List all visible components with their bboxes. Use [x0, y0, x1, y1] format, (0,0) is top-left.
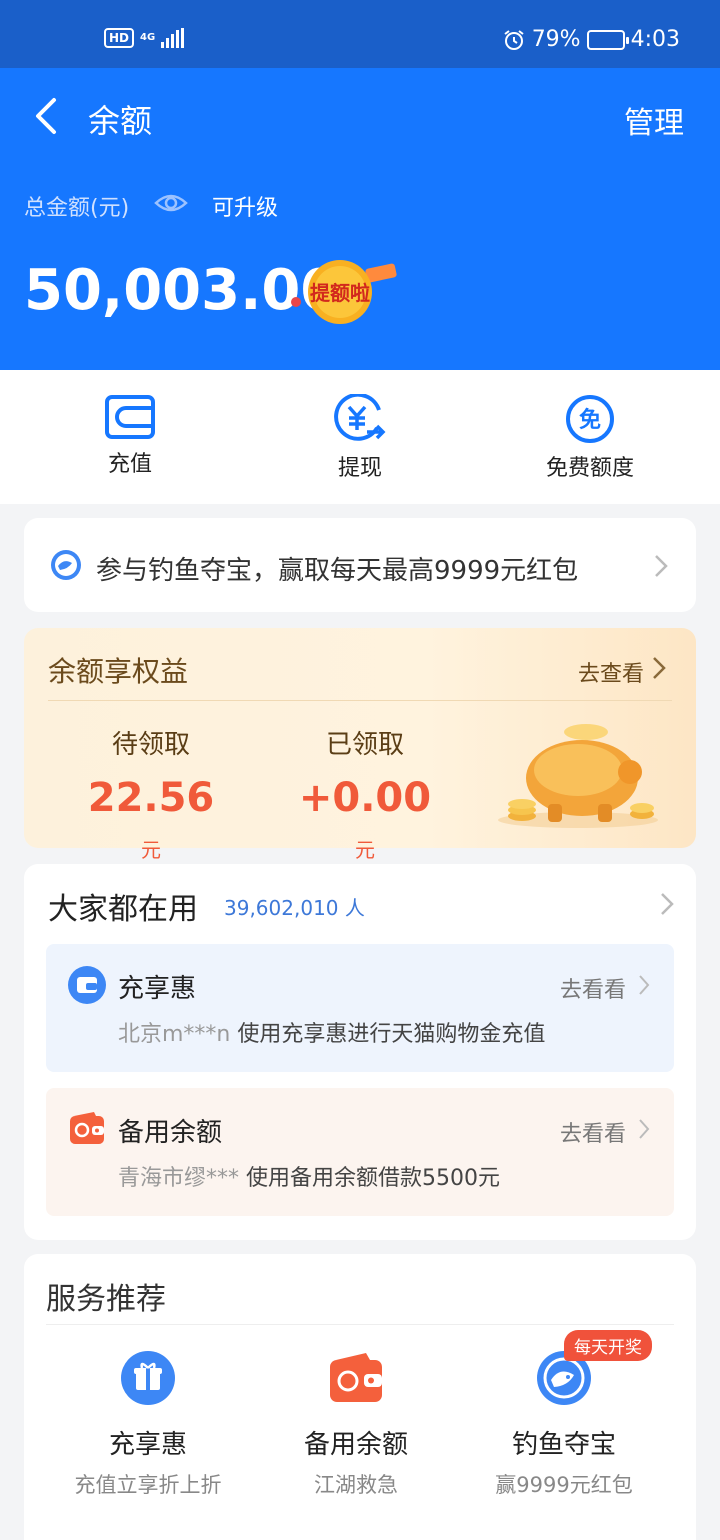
total-amount-label: 总金额(元)	[24, 196, 130, 221]
wallet-red-icon	[330, 1353, 382, 1402]
service-fishing[interactable]: 钓鱼夺宝 赢9999元红包	[454, 1350, 674, 1499]
raise-limit-badge[interactable]: 提额啦	[288, 254, 400, 328]
chevron-right-icon[interactable]	[660, 892, 674, 916]
popular-item-user: 北京m***n	[118, 1022, 231, 1047]
piggy-bank-illustration	[498, 724, 658, 828]
alarm-icon	[504, 29, 524, 50]
chevron-right-icon	[639, 1119, 650, 1139]
services-card: 服务推荐 充享惠 充值立享折上折 备用余额 江湖救急 钓鱼夺宝 赢9999元红包…	[24, 1254, 696, 1540]
service-desc: 赢9999元红包	[495, 1473, 633, 1497]
popular-item-backup-balance[interactable]: 备用余额 去看看 青海市缪*** 使用备用余额借款5500元	[46, 1088, 674, 1216]
recharge-label: 充值	[107, 452, 152, 477]
benefits-card: 余额享权益 去查看 待领取 22.56 元 已领取 +0.00 元	[24, 628, 696, 862]
service-desc: 江湖救急	[314, 1473, 398, 1497]
chevron-right-icon	[639, 975, 650, 995]
received-label: 已领取	[325, 730, 404, 760]
promo-banner[interactable]: 参与钓鱼夺宝，赢取每天最高9999元红包	[24, 518, 696, 612]
free-icon-text: 免	[579, 407, 601, 433]
pending-unit: 元	[141, 838, 161, 862]
balance-header: 余额 管理 总金额(元) 可升级 50,003.00 提额啦	[0, 68, 720, 370]
battery-percent: 79%	[531, 27, 581, 52]
raise-badge-text: 提额啦	[310, 281, 370, 305]
promo-text: 参与钓鱼夺宝，赢取每天最高9999元红包	[96, 556, 579, 586]
eye-icon[interactable]	[154, 188, 188, 218]
popular-item-recharge[interactable]: 充享惠 去看看 北京m***n 使用充享惠进行天猫购物金充值	[46, 944, 674, 1072]
service-desc: 充值立享折上折	[74, 1473, 222, 1497]
popular-item-desc: 使用充享惠进行天猫购物金充值	[237, 1022, 546, 1047]
clock: 4:03	[630, 27, 680, 52]
yuan-withdraw-icon	[334, 394, 386, 441]
hd-badge: HD	[104, 28, 135, 48]
wallet-red-icon	[70, 1112, 104, 1144]
card-icon	[68, 966, 106, 1004]
withdraw-button[interactable]: 提现	[280, 394, 440, 482]
popular-item-name: 充享惠	[118, 974, 197, 1004]
gift-icon	[121, 1351, 175, 1405]
service-name: 充享惠	[108, 1430, 187, 1460]
recharge-button[interactable]: 充值	[50, 394, 210, 478]
divider	[48, 700, 672, 701]
popular-item-user: 青海市缪***	[118, 1166, 240, 1191]
pending-benefit[interactable]: 待领取 22.56 元	[86, 724, 216, 867]
divider	[46, 1324, 674, 1325]
received-unit: 元	[355, 838, 375, 862]
chevron-right-icon	[655, 555, 668, 577]
chevron-right-icon	[653, 657, 666, 679]
manage-button[interactable]: 管理	[624, 98, 684, 142]
popular-title: 大家都在用	[48, 892, 198, 927]
quick-actions: 充值 提现 免 免费额度	[0, 370, 720, 504]
popular-item-link[interactable]: 去看看	[560, 1116, 626, 1148]
service-name: 备用余额	[303, 1430, 408, 1460]
service-backup-balance[interactable]: 备用余额 江湖救急	[246, 1350, 466, 1499]
received-benefit[interactable]: 已领取 +0.00 元	[290, 724, 440, 867]
page-title: 余额	[88, 102, 153, 140]
status-bar: HD 4G 79% 4:03	[0, 0, 720, 68]
free-quota-button[interactable]: 免 免费额度	[510, 394, 670, 482]
services-title: 服务推荐	[46, 1282, 166, 1317]
pending-value: 22.56	[87, 775, 215, 821]
popular-item-name: 备用余额	[118, 1118, 223, 1148]
free-icon: 免	[566, 395, 614, 443]
back-icon[interactable]	[26, 94, 66, 138]
free-quota-label: 免费额度	[545, 456, 634, 481]
popular-count: 39,602,010 人	[224, 896, 365, 920]
wallet-icon	[105, 395, 155, 439]
popular-card: 大家都在用 39,602,010 人 充享惠 去看看 北京m***n 使用充享惠…	[24, 864, 696, 1240]
battery-icon	[586, 29, 629, 50]
received-value: +0.00	[298, 775, 432, 821]
popular-item-link[interactable]: 去看看	[560, 972, 626, 1004]
pending-label: 待领取	[111, 730, 190, 760]
upgrade-link[interactable]: 可升级	[212, 190, 278, 222]
daily-draw-badge: 每天开奖	[564, 1330, 652, 1361]
service-name: 钓鱼夺宝	[511, 1430, 616, 1460]
popular-item-desc: 使用备用余额借款5500元	[246, 1166, 501, 1191]
withdraw-label: 提现	[337, 456, 382, 481]
benefits-title: 余额享权益	[48, 655, 189, 688]
service-recharge[interactable]: 充享惠 充值立享折上折	[38, 1350, 258, 1499]
fish-icon	[51, 550, 81, 580]
benefits-view-link[interactable]: 去查看	[578, 656, 644, 688]
network-type: 4G	[140, 32, 156, 43]
signal-icon	[161, 28, 185, 48]
